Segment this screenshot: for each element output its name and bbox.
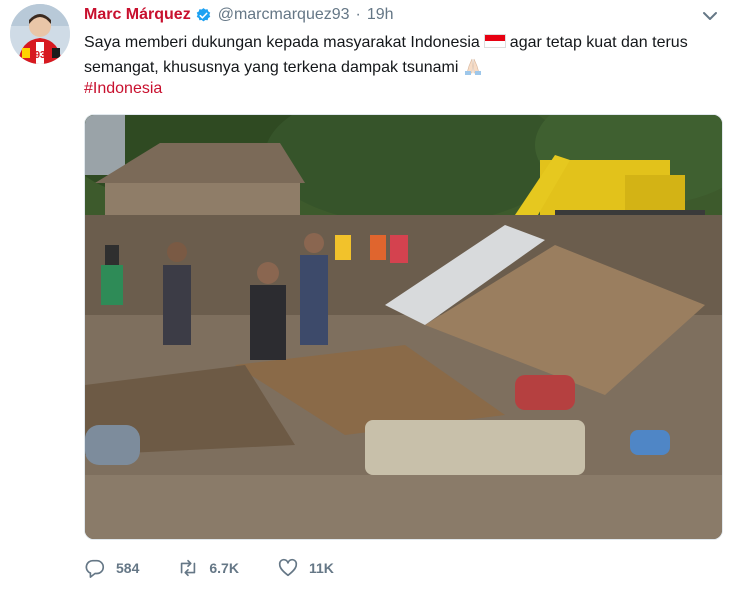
tweet-header: Marc Márquez @marcmarquez93 · 19h xyxy=(84,4,394,26)
tweet-card: 93 Marc Márquez @marcmarquez93 · 19h Say… xyxy=(0,0,730,593)
author-handle[interactable]: @marcmarquez93 xyxy=(218,6,350,24)
tweet-text: Saya memberi dukungan kepada masyarakat … xyxy=(84,30,714,80)
indonesia-flag-icon xyxy=(483,34,506,48)
verified-badge-icon xyxy=(196,7,210,21)
reply-count: 584 xyxy=(116,560,140,576)
folded-hands-icon xyxy=(465,58,482,75)
retweet-icon xyxy=(181,559,196,577)
tweet-photo[interactable] xyxy=(84,114,723,540)
tweet-text-part1: Saya memberi dukungan kepada masyarakat … xyxy=(84,34,480,51)
reply-icon xyxy=(85,559,105,578)
author-name[interactable]: Marc Márquez xyxy=(84,6,191,24)
retweet-count: 6.7K xyxy=(209,560,239,576)
rider-avatar-icon: 93 xyxy=(10,4,70,64)
like-count: 11K xyxy=(308,560,334,576)
tweet-actions: 584 6.7K 11K xyxy=(84,555,372,581)
like-button[interactable]: 11K xyxy=(277,557,334,579)
tweet-timestamp[interactable]: 19h xyxy=(367,6,394,24)
retweet-button[interactable]: 6.7K xyxy=(177,557,239,579)
chevron-down-icon[interactable] xyxy=(700,6,720,26)
separator-dot: · xyxy=(355,6,361,23)
svg-text:93: 93 xyxy=(34,50,46,61)
reply-button[interactable]: 584 xyxy=(84,557,139,579)
heart-icon xyxy=(278,558,298,577)
hashtag-link[interactable]: #Indonesia xyxy=(84,80,162,98)
author-avatar[interactable]: 93 xyxy=(10,4,70,64)
tsunami-aftermath-photo-icon xyxy=(85,115,722,539)
